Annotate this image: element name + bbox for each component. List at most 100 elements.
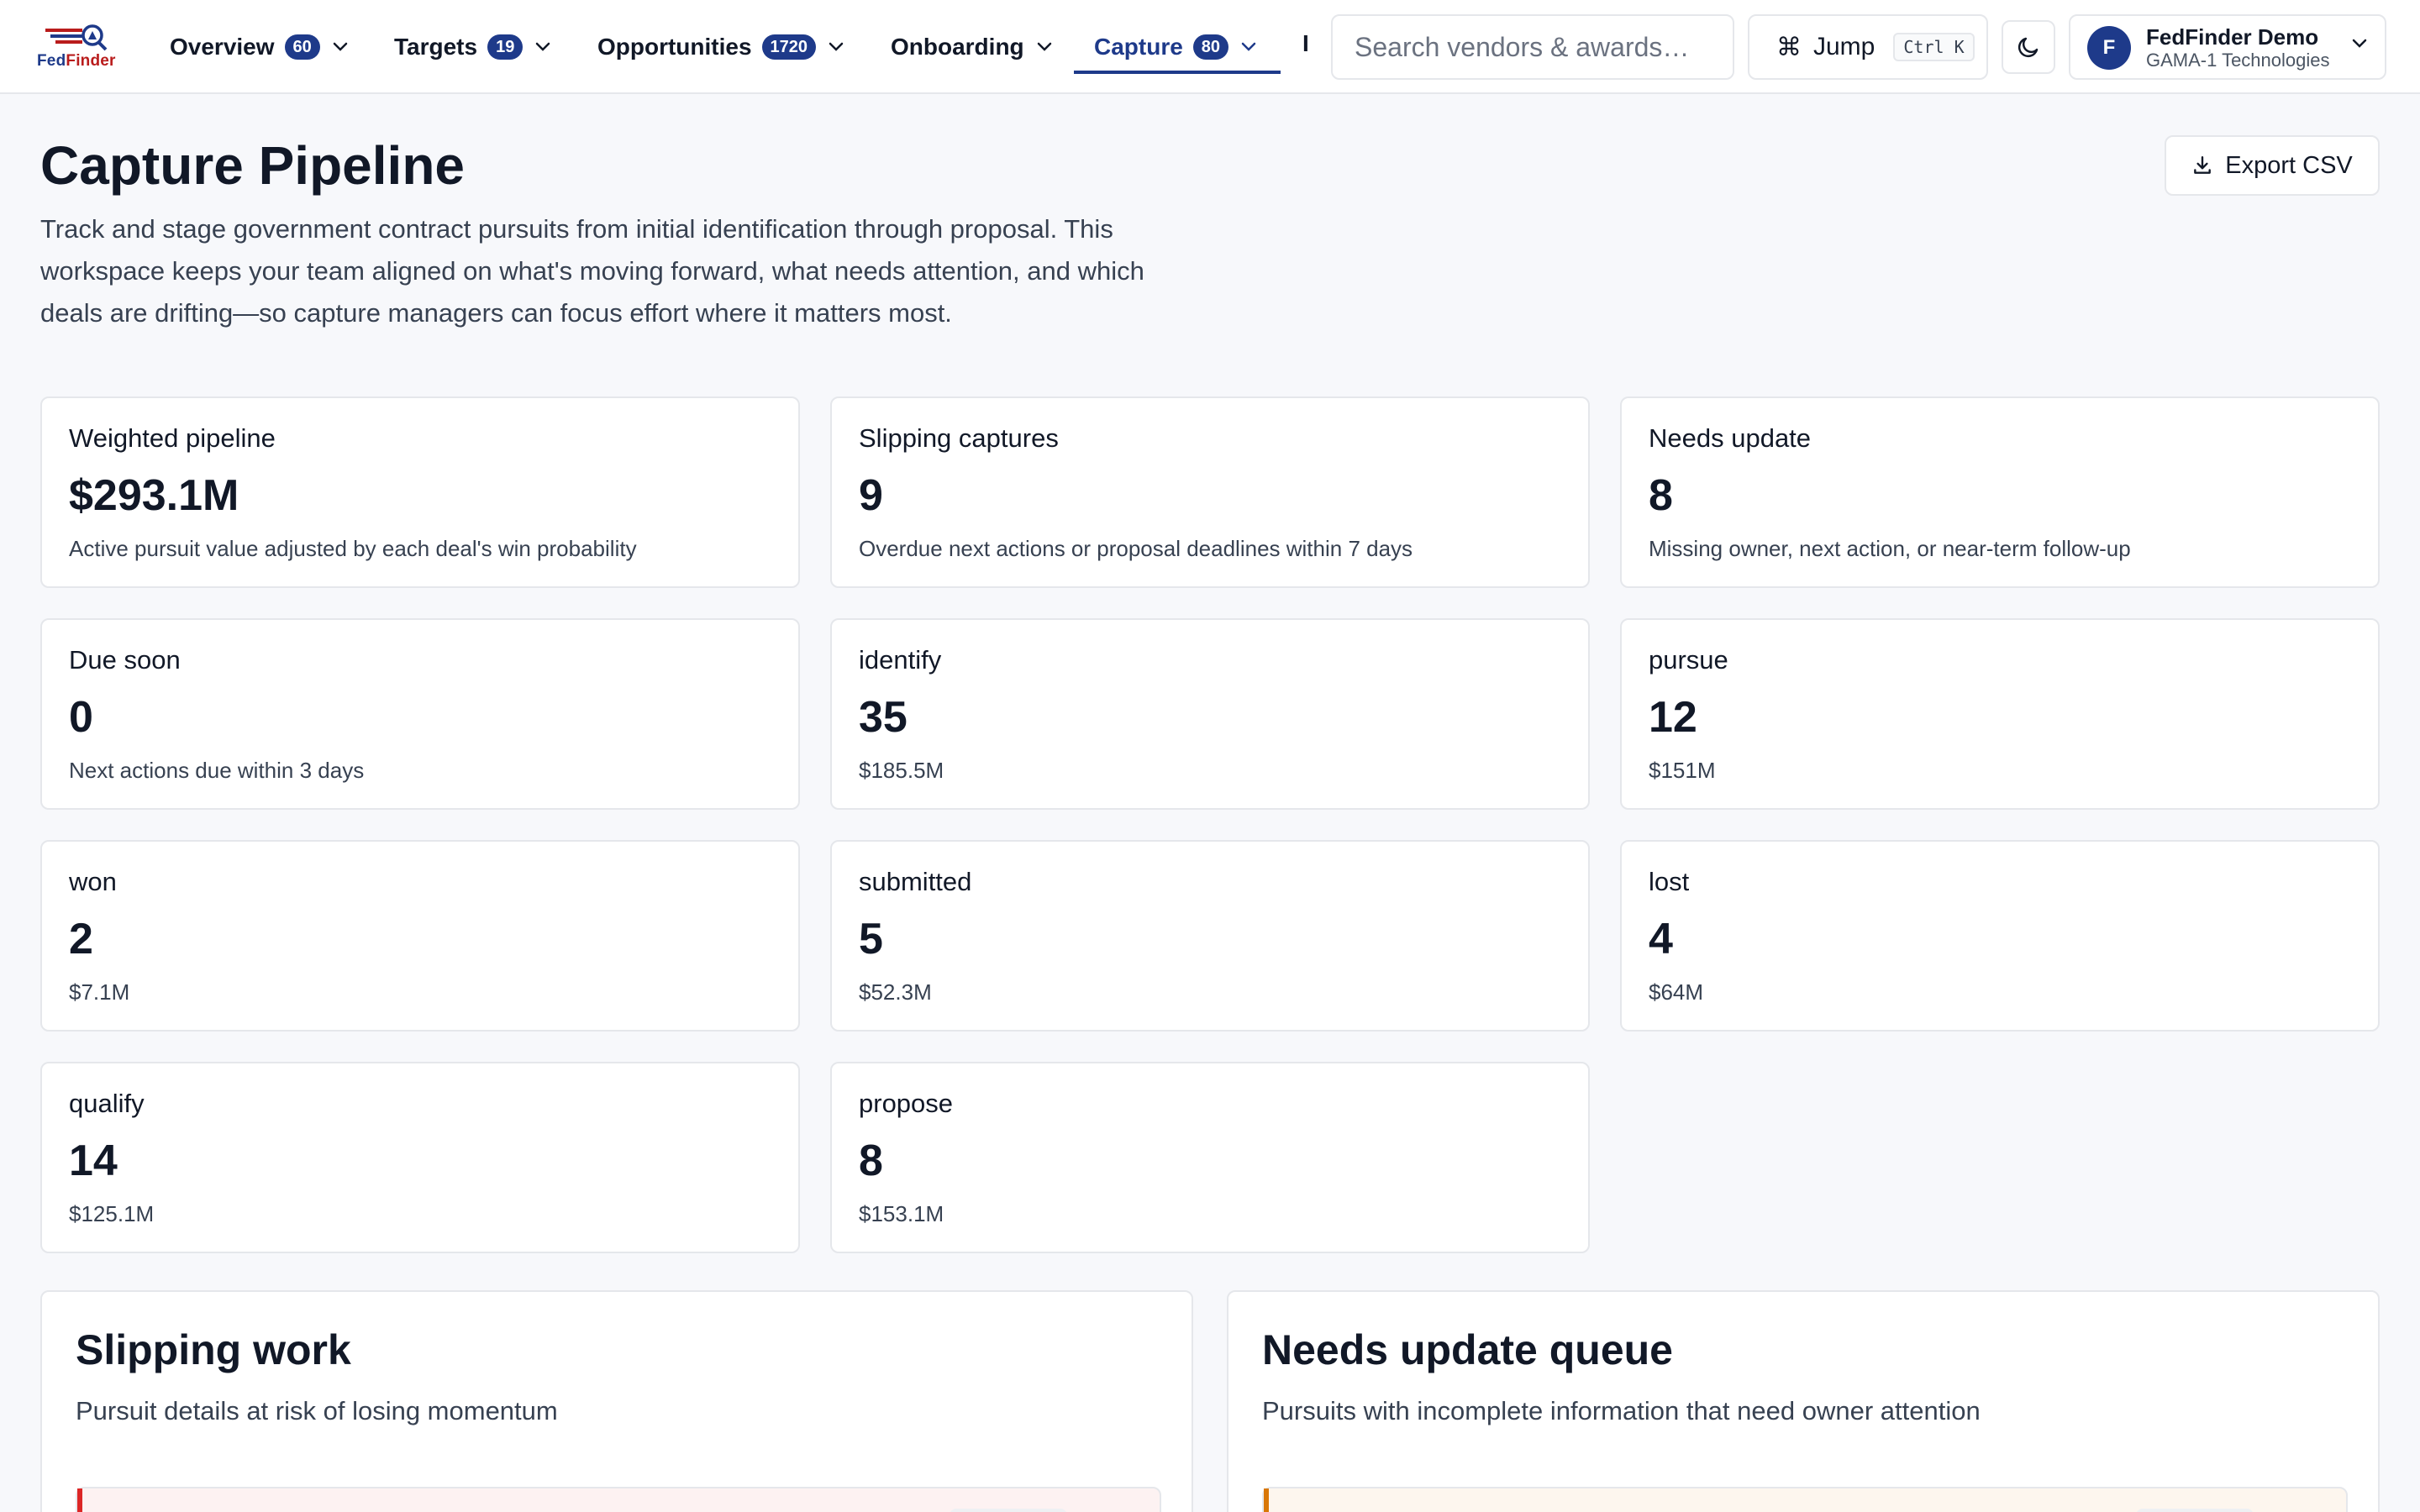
stat-description: Missing owner, next action, or near-term… [1649,536,2131,561]
chevron-down-icon [1240,42,1257,52]
stage-value: $64M [1649,979,1704,1005]
top-navigation-bar: FedFinder Overview 60 Targets 19 Opportu… [0,0,2420,94]
avatar: F [2087,26,2131,70]
stage-label: won [69,867,117,896]
status-badge [950,1509,1067,1512]
download-icon [2194,156,2212,174]
nav-opportunities-label: Opportunities [597,34,752,60]
jump-label: Jump [1813,33,1876,60]
panel-title: Needs update queue [1262,1326,1673,1373]
panel-subtitle: Pursuit details at risk of losing moment… [76,1396,558,1425]
nav-targets[interactable]: Targets 19 [394,24,551,71]
stat-description: Next actions due within 3 days [69,758,365,783]
stage-card-lost[interactable]: lost 4 $64M [1620,840,2380,1032]
nav-onboarding[interactable]: Onboarding [891,24,1053,71]
stat-description: Overdue next actions or proposal deadlin… [859,536,1413,561]
fedfinder-logo[interactable]: FedFinder [37,24,118,71]
stage-value: $151M [1649,758,1716,783]
stage-count: 8 [859,1137,883,1185]
command-icon: ⌘ [1776,33,1802,61]
stat-value: $293.1M [69,471,239,520]
chevron-down-icon [828,42,844,52]
stage-count: 2 [69,915,93,963]
stat-label: Slipping captures [859,423,1059,453]
jump-shortcut-hint: Ctrl K [1893,33,1975,61]
stage-count: 14 [69,1137,118,1185]
moon-icon [2018,37,2039,58]
stat-label: Needs update [1649,423,1812,453]
account-menu[interactable]: F FedFinder Demo GAMA-1 Technologies [2069,14,2386,80]
logo-fed-text: Fed [37,52,66,70]
nav-overview[interactable]: Overview 60 [170,24,349,71]
stage-label: propose [859,1089,954,1118]
nav-overview-label: Overview [170,34,275,60]
stage-card-submitted[interactable]: submitted 5 $52.3M [830,840,1590,1032]
active-tab-indicator [1074,71,1281,74]
account-organization: GAMA-1 Technologies [2146,50,2330,71]
stage-card-won[interactable]: won 2 $7.1M [40,840,800,1032]
chevron-down-icon [1036,42,1053,52]
stat-card-weighted-pipeline: Weighted pipeline $293.1M Active pursuit… [40,396,800,588]
slipping-item-row[interactable] [76,1487,1161,1512]
stage-value: $52.3M [859,979,932,1005]
stat-value: 0 [69,693,93,742]
stage-value: $185.5M [859,758,944,783]
stage-count: 5 [859,915,883,963]
stage-count: 35 [859,693,908,742]
nav-overview-count-badge: 60 [284,34,320,60]
export-csv-button[interactable]: Export CSV [2165,135,2380,196]
nav-capture[interactable]: Capture 80 [1094,24,1257,71]
slipping-work-panel: Slipping work Pursuit details at risk of… [40,1290,1193,1512]
nav-opportunities-count-badge: 1720 [761,34,817,60]
stage-count: 12 [1649,693,1697,742]
stage-label: submitted [859,867,972,896]
stage-label: qualify [69,1089,145,1118]
stage-card-identify[interactable]: identify 35 $185.5M [830,618,1590,810]
chevron-down-icon [2351,38,2368,53]
chevron-down-icon [332,42,349,52]
stage-label: identify [859,645,942,675]
danger-accent-bar [77,1488,82,1512]
theme-toggle-button[interactable] [2002,20,2055,74]
chevron-down-icon [534,42,551,52]
stage-card-qualify[interactable]: qualify 14 $125.1M [40,1062,800,1253]
panel-subtitle: Pursuits with incomplete information tha… [1262,1396,1981,1425]
stage-value: $7.1M [69,979,130,1005]
needs-update-queue-panel: Needs update queue Pursuits with incompl… [1227,1290,2380,1512]
stat-label: Weighted pipeline [69,423,276,453]
nav-capture-label: Capture [1094,34,1183,60]
warning-accent-bar [1264,1488,1269,1512]
stat-description: Active pursuit value adjusted by each de… [69,536,637,561]
stat-card-due-soon[interactable]: Due soon 0 Next actions due within 3 day… [40,618,800,810]
export-csv-label: Export CSV [2225,151,2353,179]
stage-value: $153.1M [859,1201,944,1226]
search-input[interactable] [1331,14,1734,80]
status-badge [2136,1509,2254,1512]
logo-wordmark: FedFinder [37,52,116,71]
stat-card-slipping-captures[interactable]: Slipping captures 9 Overdue next actions… [830,396,1590,588]
stat-value: 8 [1649,471,1673,520]
account-name: FedFinder Demo [2146,24,2319,50]
stage-label: pursue [1649,645,1728,675]
page-description: Track and stage government contract purs… [40,214,1144,328]
nav-opportunities[interactable]: Opportunities 1720 [597,24,844,71]
panel-title: Slipping work [76,1326,351,1373]
logo-mark-icon [45,24,108,51]
nav-onboarding-label: Onboarding [891,34,1024,60]
stage-count: 4 [1649,915,1673,963]
stage-card-propose[interactable]: propose 8 $153.1M [830,1062,1590,1253]
nav-capture-count-badge: 80 [1192,34,1229,60]
logo-finder-text: Finder [66,52,116,70]
stat-value: 9 [859,471,883,520]
needs-update-item-row[interactable] [1262,1487,2348,1512]
page-title: Capture Pipeline [40,135,465,196]
jump-button[interactable]: ⌘ Jump Ctrl K [1748,14,1988,80]
stage-label: lost [1649,867,1690,896]
nav-targets-count-badge: 19 [487,34,523,60]
stat-card-needs-update[interactable]: Needs update 8 Missing owner, next actio… [1620,396,2380,588]
stage-card-pursue[interactable]: pursue 12 $151M [1620,618,2380,810]
nav-targets-label: Targets [394,34,478,60]
nav-overflow-item[interactable]: I [1302,30,1309,57]
stat-label: Due soon [69,645,181,675]
stage-value: $125.1M [69,1201,155,1226]
